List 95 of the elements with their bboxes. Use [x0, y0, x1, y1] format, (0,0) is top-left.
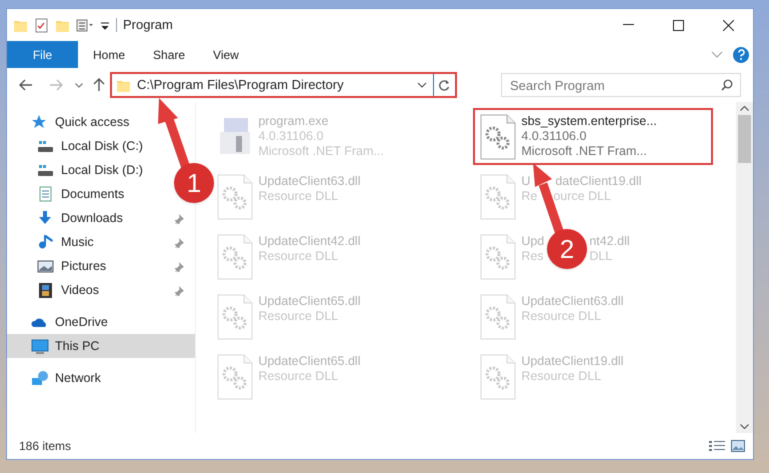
minimize-icon — [622, 24, 634, 26]
nav-item[interactable]: Music — [7, 230, 196, 254]
nav-item[interactable]: Local Disk (D:) — [7, 158, 153, 182]
file-name: UpdateClient65.dll — [258, 294, 360, 309]
file-detail: Resource DLL — [521, 369, 602, 384]
music-icon — [37, 234, 55, 250]
maximize-icon — [672, 20, 684, 30]
checklist-icon[interactable] — [34, 18, 49, 32]
address-bar[interactable]: C:\Program Files\Program Directory — [110, 72, 457, 98]
item-count: 186 items — [19, 438, 72, 455]
file-detail: Resource DLL — [258, 369, 340, 384]
file-name: nt42.dll — [589, 234, 630, 249]
ribbon-tab[interactable]: View — [199, 41, 253, 68]
nav-item[interactable]: Quick access — [7, 110, 140, 134]
pin-icon — [174, 212, 186, 224]
nav-label: Music — [61, 234, 94, 251]
close-icon — [722, 20, 734, 30]
file-name: U — [521, 174, 530, 189]
nav-item[interactable]: OneDrive — [7, 310, 118, 334]
nav-label: This PC — [55, 338, 100, 355]
expand-ribbon-icon[interactable] — [711, 51, 723, 58]
file-icon — [479, 234, 518, 280]
file-icon — [479, 294, 518, 340]
scroll-thumb[interactable] — [738, 115, 752, 163]
file-detail: Resource DLL — [258, 189, 340, 204]
file-icon — [216, 174, 254, 220]
file-icon — [216, 294, 254, 340]
nav-item[interactable]: Network — [7, 366, 111, 390]
pc-icon — [31, 338, 49, 354]
annotation-arrow — [158, 98, 190, 170]
pin-icon — [174, 236, 186, 248]
search-field[interactable]: Search Program — [501, 73, 741, 97]
ribbon-tab[interactable]: Home — [79, 41, 140, 68]
file-icon — [479, 174, 518, 220]
nav-label: Documents — [61, 186, 124, 203]
back-icon[interactable] — [19, 79, 33, 91]
pictures-icon — [37, 258, 55, 274]
file-detail: ource DLL — [553, 189, 612, 204]
file-name: UpdateClient63.dll — [258, 174, 360, 189]
help-button[interactable] — [733, 46, 749, 62]
nav-item[interactable]: This PC — [7, 334, 196, 358]
details-view-icon[interactable] — [709, 440, 725, 452]
nav-label: Pictures — [61, 258, 106, 275]
ribbon-tab[interactable]: Share — [139, 41, 200, 68]
file-detail: 4.0.31106.0 — [521, 129, 588, 144]
pin-icon — [174, 260, 186, 272]
file-detail: Res — [521, 249, 544, 264]
file-icon — [479, 354, 518, 400]
videos-icon — [37, 282, 55, 298]
properties-icon[interactable] — [76, 18, 94, 32]
nav-label: Videos — [61, 282, 99, 299]
scrollbar[interactable] — [736, 102, 753, 433]
file-detail: 4.0.31106.0 — [258, 129, 324, 144]
file-detail: Re — [521, 189, 538, 204]
file-name: UpdateClient19.dll — [521, 354, 624, 369]
nav-label: Quick access — [55, 114, 130, 131]
dropdown-icon[interactable] — [417, 82, 427, 88]
nav-item[interactable]: Downloads — [7, 206, 196, 230]
file-name: UpdateClient42.dll — [258, 234, 360, 249]
file-detail: Microsoft .NET Fram... — [521, 144, 648, 159]
nav-label: Local Disk (C:) — [61, 138, 143, 155]
file-icon — [479, 114, 518, 160]
file-detail: Microsoft .NET Fram... — [258, 144, 384, 159]
file-detail: DLL — [589, 249, 612, 264]
nav-item[interactable]: Pictures — [7, 254, 196, 278]
file-icon — [216, 354, 254, 400]
up-icon[interactable] — [93, 78, 105, 92]
nav-label: OneDrive — [55, 314, 108, 331]
scroll-up-icon[interactable] — [740, 106, 750, 111]
pin-icon — [174, 284, 186, 296]
file-name: UpdateClient65.dll — [258, 354, 360, 369]
nav-label: Local Disk (D:) — [61, 162, 143, 179]
file-name: dateClient19.dll — [555, 174, 642, 189]
file-name: UpdateClient63.dll — [521, 294, 624, 309]
file-name: Upd — [521, 234, 544, 249]
nav-item[interactable]: Videos — [7, 278, 196, 302]
search-icon[interactable] — [721, 79, 733, 91]
customize-icon[interactable] — [100, 20, 110, 30]
window-title: Program — [123, 16, 173, 34]
address-path: C:\Program Files\Program Directory — [137, 76, 345, 94]
tiles-view-icon[interactable] — [731, 440, 745, 452]
nav-item[interactable]: Documents — [7, 182, 134, 206]
refresh-icon[interactable] — [438, 78, 451, 92]
help-icon — [736, 49, 746, 60]
file-detail: Resource DLL — [258, 249, 340, 264]
file-icon — [216, 234, 254, 280]
network-icon — [31, 370, 49, 386]
file-name: sbs_system.enterprise... — [521, 114, 657, 129]
file-detail: Resource DLL — [521, 309, 602, 324]
nav-label: Downloads — [61, 210, 123, 227]
caret-icon[interactable] — [75, 82, 83, 88]
nav-label: Network — [55, 370, 101, 387]
scroll-down-icon[interactable] — [740, 424, 750, 429]
file-name: program.exe — [258, 114, 330, 129]
file-detail: Resource DLL — [258, 309, 340, 324]
